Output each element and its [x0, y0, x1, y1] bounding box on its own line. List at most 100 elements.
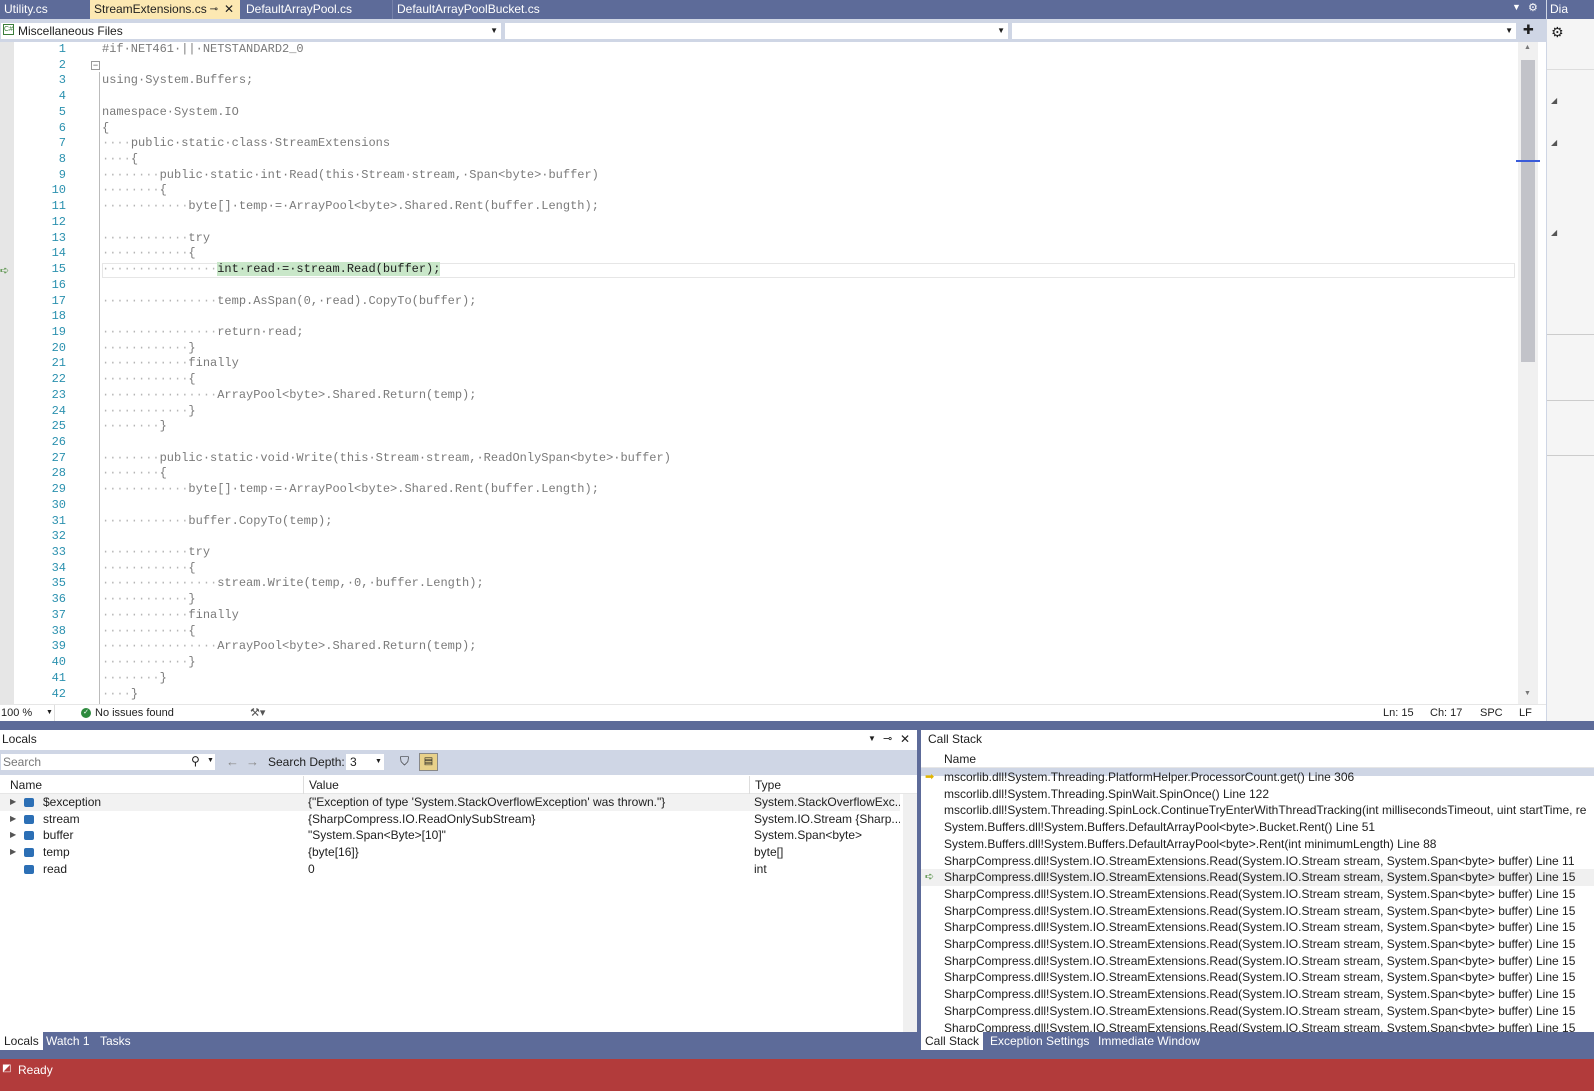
tab-locals[interactable]: Locals	[0, 1032, 43, 1050]
gear-icon[interactable]: ⚙	[1528, 1, 1538, 14]
locals-row[interactable]: ▶ buffer "System.Span<Byte>[10]" System.Spa…	[0, 827, 900, 844]
locals-row[interactable]: ▶ stream {SharpCompress.IO.ReadOnlySubStre…	[0, 811, 900, 828]
tab-call-stack[interactable]: Call Stack	[921, 1032, 984, 1050]
call-stack-frame[interactable]: SharpCompress.dll!System.IO.StreamExtens…	[944, 953, 1575, 970]
outline-line	[99, 72, 100, 704]
collapse-icon[interactable]: ◢	[1551, 138, 1557, 147]
current-instruction-arrow-icon: ➡	[925, 771, 935, 783]
type-dropdown[interactable]: ▼	[504, 22, 1009, 40]
scrollbar-thumb[interactable]	[1521, 60, 1535, 362]
chevron-down-icon: ▼	[375, 758, 382, 765]
call-stack-frame[interactable]: mscorlib.dll!System.Threading.PlatformHe…	[944, 769, 1354, 786]
scroll-down-icon[interactable]: ▼	[1524, 690, 1531, 697]
pin-icon[interactable]: ⊸	[883, 730, 892, 748]
line-number: 39	[51, 639, 66, 654]
gear-icon[interactable]: ⚙	[1551, 24, 1564, 41]
scroll-up-icon[interactable]: ▲	[1524, 44, 1531, 51]
line-number: 15	[51, 262, 66, 277]
line-number: 9	[58, 167, 66, 182]
expand-icon[interactable]: ▶	[10, 827, 16, 844]
tab-defaultarraypool[interactable]: DefaultArrayPool.cs	[242, 0, 392, 19]
split-icon[interactable]: ✚	[1523, 22, 1534, 38]
call-stack-frame[interactable]: SharpCompress.dll!System.IO.StreamExtens…	[944, 919, 1575, 936]
issues-label[interactable]: No issues found	[95, 705, 174, 721]
call-stack-frame[interactable]: SharpCompress.dll!System.IO.StreamExtens…	[944, 1003, 1575, 1020]
column-divider[interactable]	[303, 776, 304, 794]
tab-immediate-window[interactable]: Immediate Window	[1094, 1032, 1204, 1050]
call-stack-frame[interactable]: SharpCompress.dll!System.IO.StreamExtens…	[944, 1020, 1575, 1033]
column-value[interactable]: Value	[309, 778, 339, 792]
line-number: 29	[51, 482, 66, 497]
panel-title: Call Stack	[928, 732, 983, 746]
expand-icon[interactable]: ▶	[10, 811, 16, 828]
search-input[interactable]: Search ⚲ ▼	[0, 753, 216, 771]
locals-toolbar: Search ⚲ ▼ ← → Search Depth: 3 ▼ ⛉ ▤	[0, 750, 917, 775]
expand-icon[interactable]: ▶	[10, 844, 16, 861]
line-number: 40	[51, 655, 66, 670]
call-stack-frame[interactable]: SharpCompress.dll!System.IO.StreamExtens…	[944, 903, 1575, 920]
panel-splitter[interactable]	[0, 721, 1594, 730]
line-number: 41	[51, 670, 66, 685]
call-stack-frame[interactable]: SharpCompress.dll!System.IO.StreamExtens…	[944, 986, 1575, 1003]
search-icon[interactable]: ⚲	[191, 754, 200, 768]
tab-exception-settings[interactable]: Exception Settings	[986, 1032, 1093, 1050]
panel-title: Locals	[2, 732, 37, 746]
whitespace-indicator[interactable]: SPC	[1480, 705, 1503, 721]
code-line: ····}	[102, 686, 139, 701]
tab-watch-1[interactable]: Watch 1	[42, 1032, 94, 1050]
tab-label: DefaultArrayPool.cs	[246, 2, 353, 16]
column-name[interactable]: Name	[10, 778, 42, 792]
close-icon[interactable]: ✕	[224, 0, 234, 19]
dropdown-icon[interactable]: ▼	[868, 730, 876, 748]
locals-row[interactable]: ▶ temp {byte[16]} byte[]	[0, 844, 900, 861]
code-line: ············{	[102, 560, 196, 575]
brush-icon[interactable]: ⚒▾	[250, 705, 265, 721]
code-line: {	[102, 120, 110, 135]
call-stack-frame[interactable]: System.Buffers.dll!System.Buffers.Defaul…	[944, 819, 1375, 836]
call-stack-frame[interactable]: System.Buffers.dll!System.Buffers.Defaul…	[944, 836, 1436, 853]
panel-toolbar	[1547, 48, 1594, 70]
collapse-icon[interactable]: ◢	[1551, 96, 1557, 105]
tab-dropdown-icon[interactable]: ▼	[1512, 2, 1521, 12]
project-dropdown[interactable]: C# Miscellaneous Files ▼	[0, 22, 502, 40]
call-stack-frame[interactable]: mscorlib.dll!System.Threading.SpinLock.C…	[944, 802, 1586, 819]
breakpoint-gutter[interactable]	[0, 42, 14, 704]
line-ending-indicator[interactable]: LF	[1519, 705, 1532, 721]
forward-arrow-icon[interactable]: →	[246, 754, 259, 769]
filter-icon[interactable]: ⛉	[400, 754, 409, 769]
back-arrow-icon[interactable]: ←	[226, 754, 239, 769]
zoom-dropdown[interactable]: 100 % ▼	[0, 705, 55, 721]
member-dropdown[interactable]: ▼	[1011, 22, 1517, 40]
column-type[interactable]: Type	[755, 778, 781, 792]
code-line: ············finally	[102, 607, 239, 622]
locals-row[interactable]: ▶ $exception {"Exception of type 'System.S…	[0, 794, 900, 811]
column-name[interactable]: Name	[944, 752, 976, 766]
call-stack-frame[interactable]: SharpCompress.dll!System.IO.StreamExtens…	[944, 869, 1575, 886]
locals-row[interactable]: read 0 int	[0, 861, 900, 878]
close-icon[interactable]: ✕	[900, 730, 910, 748]
search-depth-select[interactable]: 3 ▼	[345, 753, 385, 771]
collapse-region-icon[interactable]: −	[91, 61, 100, 70]
call-stack-frame[interactable]: SharpCompress.dll!System.IO.StreamExtens…	[944, 936, 1575, 953]
tab-tasks[interactable]: Tasks	[96, 1032, 135, 1050]
line-number: 17	[51, 293, 66, 308]
chevron-down-icon[interactable]: ▼	[207, 757, 214, 764]
hex-display-icon[interactable]: ▤	[419, 753, 438, 771]
tab-streamextensions[interactable]: StreamExtensions.cs ⊸ ✕	[90, 0, 240, 19]
locals-scrollbar[interactable]	[903, 794, 917, 1032]
collapse-icon[interactable]: ◢	[1551, 228, 1557, 237]
call-stack-frame[interactable]: mscorlib.dll!System.Threading.SpinWait.S…	[944, 786, 1269, 803]
variable-value: {byte[16]}	[308, 845, 359, 860]
column-divider[interactable]	[749, 776, 750, 794]
tab-utility[interactable]: Utility.cs	[0, 0, 90, 19]
expand-icon[interactable]: ▶	[10, 794, 16, 811]
line-indicator: Ln: 15	[1383, 707, 1414, 719]
tab-defaultarraypoolbucket[interactable]: DefaultArrayPoolBucket.cs	[392, 0, 577, 19]
divider	[1547, 400, 1594, 401]
variable-icon	[24, 814, 34, 824]
code-editor[interactable]: ➪ − 1 #if·NET461·||·NETSTANDARD2_0 2 3 using…	[0, 42, 1520, 704]
call-stack-frame[interactable]: SharpCompress.dll!System.IO.StreamExtens…	[944, 969, 1575, 986]
pin-icon[interactable]: ⊸	[210, 0, 218, 19]
call-stack-frame[interactable]: SharpCompress.dll!System.IO.StreamExtens…	[944, 886, 1575, 903]
call-stack-frame[interactable]: SharpCompress.dll!System.IO.StreamExtens…	[944, 853, 1575, 870]
